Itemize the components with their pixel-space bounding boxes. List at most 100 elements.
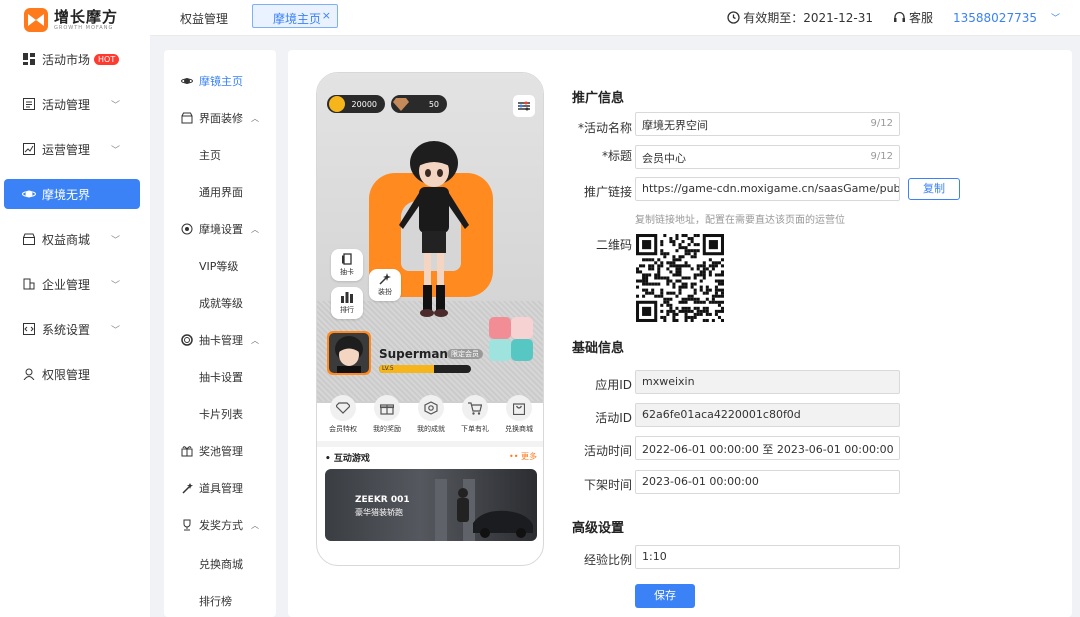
- banner-subtitle: 豪华猎装轿跑: [355, 508, 403, 517]
- quick-member-privilege[interactable]: 会员特权: [323, 395, 363, 435]
- char-count: 9/12: [870, 118, 893, 129]
- sidebar-item-label: 活动市场: [42, 52, 91, 67]
- settings-button[interactable]: [513, 95, 535, 117]
- avatar: [327, 331, 371, 375]
- quick-exchange-store[interactable]: 兑换商城: [499, 395, 539, 435]
- sub-item-decoration[interactable]: 界面装修 ︿: [164, 107, 276, 129]
- sub-item-home[interactable]: 摩镜主页: [164, 70, 276, 92]
- draw-card-button[interactable]: 抽卡: [331, 249, 363, 281]
- sub-item-award[interactable]: 发奖方式 ︿: [164, 514, 276, 536]
- service-label: 客服: [908, 11, 933, 25]
- sub-item-draw[interactable]: 抽卡管理 ︿: [164, 329, 276, 351]
- shop-icon: [181, 112, 193, 124]
- phone-preview: 20000 50 抽卡 装扮 排行 Superman 限定会员 LV.5 会员特…: [316, 72, 544, 566]
- trophy-icon: [181, 519, 193, 531]
- offline-time-input[interactable]: 2023-06-01 00:00:00: [635, 470, 900, 494]
- activity-name-label: *活动名称: [577, 121, 632, 135]
- quick-my-achievements[interactable]: 我的成就: [411, 395, 451, 435]
- gem-balance[interactable]: 50: [391, 95, 447, 113]
- activity-time-range[interactable]: 2022-06-01 00:00:00 至 2023-06-01 00:00:0…: [635, 436, 900, 460]
- sub-item-achievement[interactable]: 成就等级: [164, 292, 276, 314]
- activity-time-label: 活动时间: [583, 444, 632, 458]
- sub-item-label: 卡片列表: [199, 408, 243, 421]
- sub-item-vip[interactable]: VIP等级: [164, 255, 276, 277]
- chevron-down-icon: ﹀: [110, 101, 120, 111]
- exp-ratio-input[interactable]: 1:10: [635, 545, 900, 569]
- building-icon: [22, 277, 36, 291]
- breadcrumb[interactable]: 权益管理: [180, 10, 228, 27]
- chevron-up-icon: ︿: [251, 113, 259, 123]
- sidebar-item-permission[interactable]: 权限管理: [4, 359, 140, 389]
- sub-item-label: 道具管理: [199, 482, 243, 495]
- draw-card-label: 抽卡: [340, 268, 354, 276]
- sidebar-item-mojing[interactable]: 摩境无界: [4, 179, 140, 209]
- sidebar-item-label: 运营管理: [42, 142, 91, 157]
- sub-item-main[interactable]: 主页: [164, 144, 276, 166]
- title-label: *标题: [601, 149, 632, 163]
- sub-item-props[interactable]: 道具管理: [164, 477, 276, 499]
- rank-button[interactable]: 排行: [331, 287, 363, 319]
- save-button[interactable]: 保存: [635, 584, 695, 608]
- chevron-down-icon: ﹀: [110, 146, 120, 156]
- quick-order-gift[interactable]: 下单有礼: [455, 395, 495, 435]
- section-divider: [317, 441, 543, 447]
- close-icon[interactable]: ×: [322, 9, 331, 22]
- target-icon: [181, 223, 193, 235]
- store-icon: [22, 232, 36, 246]
- sidebar-item-market[interactable]: 活动市场 HOT: [4, 44, 140, 74]
- customer-service[interactable]: 客服: [893, 9, 933, 26]
- account-menu[interactable]: 13588027735 ﹀: [953, 11, 1060, 25]
- brand-name-en: GROWTH MOFANG: [54, 24, 114, 31]
- sub-item-settings[interactable]: 摩境设置 ︿: [164, 218, 276, 240]
- quick-label: 下单有礼: [461, 425, 489, 433]
- sidebar-item-operation[interactable]: 运营管理 ﹀: [4, 134, 140, 164]
- sidebar-item-system[interactable]: 系统设置 ﹀: [4, 314, 140, 344]
- activity-name-input[interactable]: 摩境无界空间 9/12: [635, 112, 900, 136]
- sub-item-label: 兑换商城: [199, 558, 243, 571]
- sub-item-label: 主页: [199, 149, 221, 162]
- level-progress: LV.5: [379, 365, 471, 373]
- qr-code-image[interactable]: [636, 234, 724, 322]
- section-title-promo: 推广信息: [572, 91, 625, 106]
- app-id-input: mxweixin: [635, 370, 900, 394]
- tab-mojing-home[interactable]: 摩境主页 ×: [252, 4, 338, 28]
- app-id-label: 应用ID: [595, 378, 632, 392]
- sub-item-label: 通用界面: [199, 186, 243, 199]
- sidebar-item-enterprise[interactable]: 企业管理 ﹀: [4, 269, 140, 299]
- quick-my-rewards[interactable]: 我的奖励: [367, 395, 407, 435]
- planet-icon: [181, 75, 193, 87]
- activity-id-input: 62a6fe01aca4220001c80f0d: [635, 403, 900, 427]
- sub-item-rank[interactable]: 排行榜: [164, 590, 276, 612]
- sidebar-item-activity[interactable]: 活动管理 ﹀: [4, 89, 140, 119]
- sub-item-draw-settings[interactable]: 抽卡设置: [164, 366, 276, 388]
- title-input[interactable]: 会员中心 9/12: [635, 145, 900, 169]
- logo[interactable]: 增长摩方 GROWTH MOFANG: [24, 8, 118, 32]
- sub-item-common[interactable]: 通用界面: [164, 181, 276, 203]
- game-banner[interactable]: ZEEKR 001 豪华猎装轿跑: [325, 469, 537, 541]
- account-phone: 13588027735: [953, 10, 1037, 25]
- chevron-down-icon: ﹀: [110, 326, 120, 336]
- coin-value: 20000: [351, 99, 377, 109]
- chart-icon: [22, 142, 36, 156]
- outfit-button[interactable]: 装扮: [369, 269, 401, 301]
- sidebar-item-store[interactable]: 权益商城 ﹀: [4, 224, 140, 254]
- expiry-text: 有效期至：2021-12-31: [743, 11, 873, 25]
- headset-icon: [893, 11, 905, 22]
- sub-item-pool[interactable]: 奖池管理: [164, 440, 276, 462]
- username: Superman: [379, 347, 448, 361]
- section-title-advanced: 高级设置: [572, 521, 625, 536]
- gem-icon: [393, 98, 409, 111]
- sidebar-item-label: 系统设置: [42, 322, 91, 337]
- promo-link-input[interactable]: https://game-cdn.moxigame.cn/saasGame/pu…: [635, 177, 900, 201]
- gift-icon: [181, 445, 193, 457]
- coin-balance[interactable]: 20000: [327, 95, 385, 113]
- chevron-up-icon: ︿: [251, 335, 259, 345]
- games-more-link[interactable]: •• 更多: [509, 451, 537, 462]
- sub-item-card-list[interactable]: 卡片列表: [164, 403, 276, 425]
- games-header: • 互动游戏 •• 更多: [325, 451, 537, 464]
- sub-item-exchange[interactable]: 兑换商城: [164, 553, 276, 575]
- user-profile[interactable]: Superman 限定会员 LV.5: [327, 331, 537, 381]
- copy-button[interactable]: 复制: [908, 178, 960, 200]
- clock-icon: [727, 11, 740, 24]
- chevron-down-icon: ﹀: [110, 236, 120, 246]
